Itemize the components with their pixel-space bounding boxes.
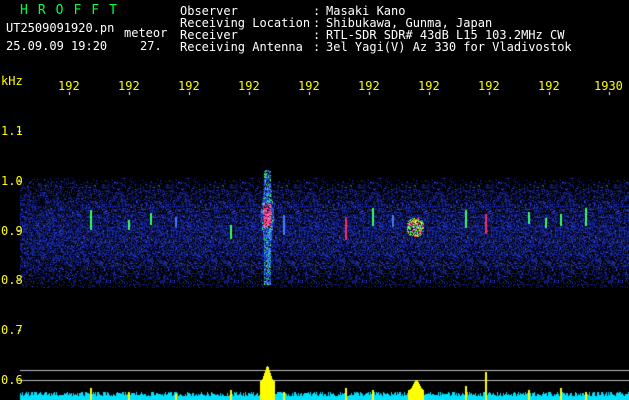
- app-title: HROFFT: [20, 3, 127, 18]
- spectrogram-canvas: [0, 0, 629, 400]
- freq-tick-label: 1.0: [1, 174, 23, 188]
- time-tick-label: 192: [58, 79, 80, 93]
- time-tick-label: 192: [238, 79, 260, 93]
- time-tick-label: 192: [118, 79, 140, 93]
- time-tick-label: 1930: [594, 79, 623, 93]
- time-tick-label: 192: [418, 79, 440, 93]
- freq-tick-label: 0.7: [1, 323, 23, 337]
- station-info-labels: Observer Receiving Location Receiver Rec…: [180, 5, 310, 53]
- time-tick-label: 192: [358, 79, 380, 93]
- station-info-colons: : : : :: [313, 5, 320, 53]
- time-tick-label: 192: [178, 79, 200, 93]
- freq-tick-label: 0.8: [1, 273, 23, 287]
- freq-tick-label: 1.1: [1, 124, 23, 138]
- filename: UT2509091920.pn: [6, 21, 115, 35]
- freq-tick-label: 0.6: [1, 373, 23, 387]
- time-tick-label: 192: [538, 79, 560, 93]
- antenna-value: 3el Yagi(V) Az 330 for Vladivostok: [326, 40, 572, 54]
- station-info-values: Masaki Kano Shibukawa, Gunma, Japan RTL-…: [326, 5, 572, 53]
- count-number: 27.: [140, 39, 162, 53]
- antenna-label: Receiving Antenna: [180, 40, 303, 54]
- freq-unit-label: kHz: [1, 74, 23, 88]
- datetime: 25.09.09 19:20: [6, 39, 108, 53]
- time-tick-label: 192: [298, 79, 320, 93]
- time-tick-label: 192: [478, 79, 500, 93]
- colon: :: [313, 40, 321, 54]
- file-tag: meteor: [124, 26, 168, 40]
- freq-tick-label: 0.9: [1, 224, 23, 238]
- hrofft-window: HROFFT UT2509091920.pn meteor 25.09.09 1…: [0, 0, 629, 400]
